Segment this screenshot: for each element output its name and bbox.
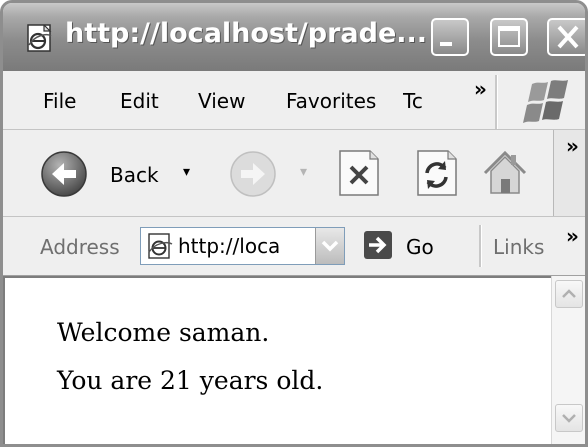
close-icon bbox=[557, 25, 579, 49]
chevron-up-icon bbox=[562, 289, 576, 298]
links-separator bbox=[479, 225, 482, 267]
go-arrow-icon[interactable] bbox=[363, 230, 393, 260]
windows-flag-logo bbox=[523, 80, 568, 123]
chevron-down-icon bbox=[321, 240, 339, 252]
menu-favorites[interactable]: Favorites bbox=[286, 89, 376, 113]
menu-bar: File Edit View Favorites Tc » bbox=[3, 71, 585, 130]
close-button[interactable] bbox=[547, 18, 585, 56]
minimize-button[interactable] bbox=[431, 18, 469, 56]
scroll-up-button[interactable] bbox=[555, 280, 583, 308]
address-url[interactable]: http://loca bbox=[178, 234, 306, 258]
links-overflow-chevron[interactable]: » bbox=[566, 224, 579, 248]
address-label: Address bbox=[40, 235, 120, 259]
address-dropdown-button[interactable] bbox=[315, 228, 344, 264]
back-button-label[interactable]: Back bbox=[110, 163, 159, 187]
page-icon bbox=[148, 233, 173, 259]
vertical-scrollbar[interactable] bbox=[551, 276, 585, 444]
forward-dropdown-arrow[interactable]: ▾ bbox=[300, 164, 307, 180]
age-text: You are 21 years old. bbox=[57, 366, 324, 395]
menu-file[interactable]: File bbox=[43, 89, 76, 113]
window-title: http://localhost/prade... bbox=[65, 18, 428, 49]
browser-window: http://localhost/prade... File Edit View… bbox=[0, 0, 588, 447]
home-icon[interactable] bbox=[481, 147, 529, 199]
stop-icon[interactable] bbox=[334, 147, 382, 199]
menu-edit[interactable]: Edit bbox=[120, 89, 159, 113]
back-dropdown-arrow[interactable]: ▾ bbox=[183, 164, 190, 180]
go-button-label[interactable]: Go bbox=[406, 235, 434, 259]
ie-page-icon bbox=[27, 24, 52, 52]
menu-view[interactable]: View bbox=[198, 89, 245, 113]
page-content: Welcome saman. You are 21 years old. bbox=[3, 276, 551, 444]
navigation-toolbar: Back ▾ ▾ » bbox=[3, 130, 585, 217]
back-arrow-icon[interactable] bbox=[40, 150, 88, 198]
menu-tools[interactable]: Tc bbox=[403, 89, 437, 113]
forward-arrow-icon[interactable] bbox=[229, 150, 277, 198]
menu-separator bbox=[495, 75, 498, 129]
toolbar-overflow-chevron[interactable]: » bbox=[566, 134, 579, 158]
menu-overflow-chevron[interactable]: » bbox=[474, 77, 487, 101]
address-input[interactable]: http://loca bbox=[140, 227, 345, 265]
chevron-down-icon bbox=[562, 414, 576, 423]
maximize-button[interactable] bbox=[490, 18, 528, 56]
address-bar: Address http://loca Go Links » bbox=[3, 217, 585, 276]
minimize-icon bbox=[440, 42, 452, 46]
refresh-icon[interactable] bbox=[412, 147, 460, 199]
links-label[interactable]: Links bbox=[493, 235, 544, 259]
maximize-icon bbox=[498, 26, 520, 47]
welcome-text: Welcome saman. bbox=[57, 318, 270, 347]
title-bar[interactable]: http://localhost/prade... bbox=[3, 3, 585, 71]
scroll-down-button[interactable] bbox=[555, 404, 583, 432]
